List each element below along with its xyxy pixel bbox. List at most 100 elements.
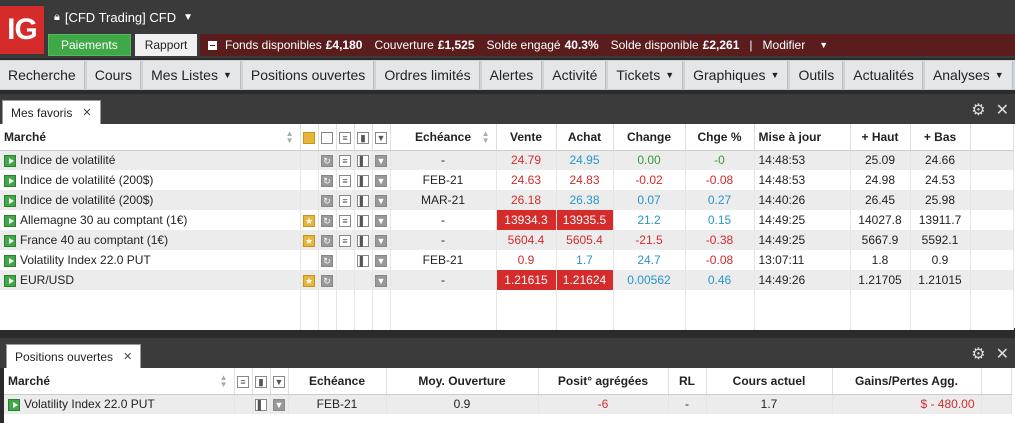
achat-cell[interactable]: 5605.4: [556, 230, 614, 250]
col-moy[interactable]: Moy. Ouverture: [386, 368, 539, 395]
market-cell[interactable]: Volatility Index 22.0 PUT: [4, 394, 235, 414]
nav-cours[interactable]: Cours: [86, 61, 142, 89]
col-bas[interactable]: + Bas: [910, 124, 971, 151]
document-icon[interactable]: ≡: [339, 155, 351, 168]
refresh-icon[interactable]: ↻: [321, 194, 333, 207]
col-chge-pct[interactable]: Chge %: [685, 124, 755, 151]
dropdown-icon[interactable]: ▼: [375, 254, 387, 267]
col-cours[interactable]: Cours actuel: [706, 368, 833, 395]
chart-icon[interactable]: ▌: [357, 214, 369, 227]
market-cell[interactable]: Indice de volatilité (200$): [0, 170, 301, 190]
refresh-icon[interactable]: ↻: [321, 254, 333, 267]
refresh-icon[interactable]: ↻: [321, 274, 333, 287]
close-icon[interactable]: ✕: [82, 106, 91, 119]
menu-cell[interactable]: ▼: [372, 190, 391, 210]
close-icon[interactable]: ✕: [123, 350, 132, 363]
refresh-icon[interactable]: ↻: [321, 234, 333, 247]
market-cell[interactable]: Indice de volatilité: [0, 150, 301, 170]
market-cell[interactable]: EUR/USD: [0, 270, 301, 290]
dropdown-icon[interactable]: ▼: [375, 194, 387, 207]
sort-icon[interactable]: ▲ ▼: [220, 374, 228, 389]
chart-cell[interactable]: ▌: [354, 230, 373, 250]
refresh-icon[interactable]: ↻: [321, 155, 333, 168]
vente-cell[interactable]: 13934.3: [496, 210, 557, 230]
trade-play-icon[interactable]: [4, 274, 16, 287]
trade-play-icon[interactable]: [4, 194, 16, 207]
table-row[interactable]: Allemagne 30 au comptant (1€) ★ ↻ ≡ ▌ ▼ -13934…: [0, 210, 1014, 230]
rapport-button[interactable]: Rapport: [134, 34, 198, 56]
doc-cell[interactable]: [336, 250, 355, 270]
table-row[interactable]: Indice de volatilité (200$) ↻ ≡ ▌ ▼ MAR-21 26.…: [0, 190, 1014, 210]
bulb-icon[interactable]: ★: [303, 214, 315, 227]
alert-cell[interactable]: ↻: [318, 190, 337, 210]
table-row[interactable]: Indice de volatilité (200$) ↻ ≡ ▌ ▼ FEB-21 24.…: [0, 170, 1014, 190]
dropdown-icon[interactable]: ▼: [375, 214, 387, 227]
col-rl[interactable]: RL: [668, 368, 707, 395]
dropdown-icon[interactable]: ▼: [375, 155, 387, 168]
chart-icon[interactable]: ▌: [357, 155, 369, 168]
chart-icon[interactable]: ▌: [357, 194, 369, 207]
nav-recherche[interactable]: Recherche: [0, 61, 85, 89]
achat-cell[interactable]: 1.7: [556, 250, 614, 270]
market-cell[interactable]: Indice de volatilité (200$): [0, 190, 301, 210]
chart-icon[interactable]: ▌: [357, 234, 369, 247]
alert-cell[interactable]: ↻: [318, 170, 337, 190]
col-marche[interactable]: Marché ▲ ▼: [4, 368, 235, 395]
bulb-cell[interactable]: [300, 170, 319, 190]
sort-icon[interactable]: ▲ ▼: [482, 130, 490, 145]
menu-cell[interactable]: ▼: [270, 394, 289, 414]
modifier-link[interactable]: Modifier: [763, 38, 806, 52]
nav-ordres-limites[interactable]: Ordres limités: [376, 61, 480, 89]
bulb-cell[interactable]: [300, 150, 319, 170]
sort-icon[interactable]: ▲ ▼: [286, 130, 294, 145]
nav-graphiques[interactable]: Graphiques ▼: [685, 61, 789, 89]
chart-icon[interactable]: ▌: [357, 174, 369, 187]
document-icon[interactable]: ≡: [339, 214, 351, 227]
paiements-button[interactable]: Paiements: [48, 34, 131, 56]
trade-play-icon[interactable]: [4, 234, 16, 247]
vente-cell[interactable]: 5604.4: [496, 230, 557, 250]
achat-cell[interactable]: 26.38: [556, 190, 614, 210]
menu-cell[interactable]: ▼: [372, 270, 391, 290]
nav-alertes[interactable]: Alertes: [481, 61, 543, 89]
nav-tickets[interactable]: Tickets ▼: [608, 61, 684, 89]
table-row[interactable]: Indice de volatilité ↻ ≡ ▌ ▼ -24.79 24.95 0.00-…: [0, 150, 1014, 170]
chart-cell[interactable]: ▌: [354, 250, 373, 270]
vente-cell[interactable]: 1.21615: [496, 270, 557, 290]
doc-cell[interactable]: ≡: [336, 210, 355, 230]
dropdown-icon[interactable]: ▼: [375, 174, 387, 187]
col-echeance[interactable]: Echéance: [288, 368, 387, 395]
close-icon[interactable]: ✕: [996, 344, 1009, 364]
doc-cell[interactable]: [336, 270, 355, 290]
doc-cell[interactable]: ≡: [336, 150, 355, 170]
bulb-icon[interactable]: ★: [303, 274, 315, 287]
col-posit[interactable]: Posit° agrégées: [538, 368, 669, 395]
trade-play-icon[interactable]: [4, 174, 16, 187]
trade-play-icon[interactable]: [4, 214, 16, 227]
menu-cell[interactable]: ▼: [372, 230, 391, 250]
chart-cell[interactable]: ▌: [354, 170, 373, 190]
nav-analyses[interactable]: Analyses ▼: [924, 61, 1013, 89]
nav-actualites[interactable]: Actualités: [845, 61, 923, 89]
trade-play-icon[interactable]: [4, 155, 16, 168]
trade-play-icon[interactable]: [8, 399, 20, 412]
table-row[interactable]: EUR/USD ★ ↻ ▼ -1.21615 1.21624 0.00562 0.46 14:4…: [0, 270, 1014, 290]
menu-cell[interactable]: ▼: [372, 150, 391, 170]
chart-cell[interactable]: ▌: [354, 150, 373, 170]
col-echeance[interactable]: Echéance ▲ ▼: [390, 124, 497, 151]
col-vente[interactable]: Vente: [496, 124, 557, 151]
alert-cell[interactable]: ↻: [318, 230, 337, 250]
bulb-icon[interactable]: ★: [303, 234, 315, 247]
col-marche[interactable]: Marché ▲ ▼: [0, 124, 301, 151]
col-change[interactable]: Change: [613, 124, 686, 151]
alert-cell[interactable]: ↻: [318, 150, 337, 170]
col-haut[interactable]: + Haut: [850, 124, 911, 151]
tab-positions-ouvertes[interactable]: Positions ouvertes ✕: [6, 344, 142, 368]
achat-cell[interactable]: 1.21624: [556, 270, 614, 290]
refresh-icon[interactable]: ↻: [321, 214, 333, 227]
document-icon[interactable]: ≡: [339, 194, 351, 207]
gear-icon[interactable]: ⚙: [971, 344, 985, 364]
collapse-icon[interactable]: [208, 40, 217, 50]
bulb-cell[interactable]: [300, 190, 319, 210]
gear-icon[interactable]: ⚙: [971, 100, 985, 120]
